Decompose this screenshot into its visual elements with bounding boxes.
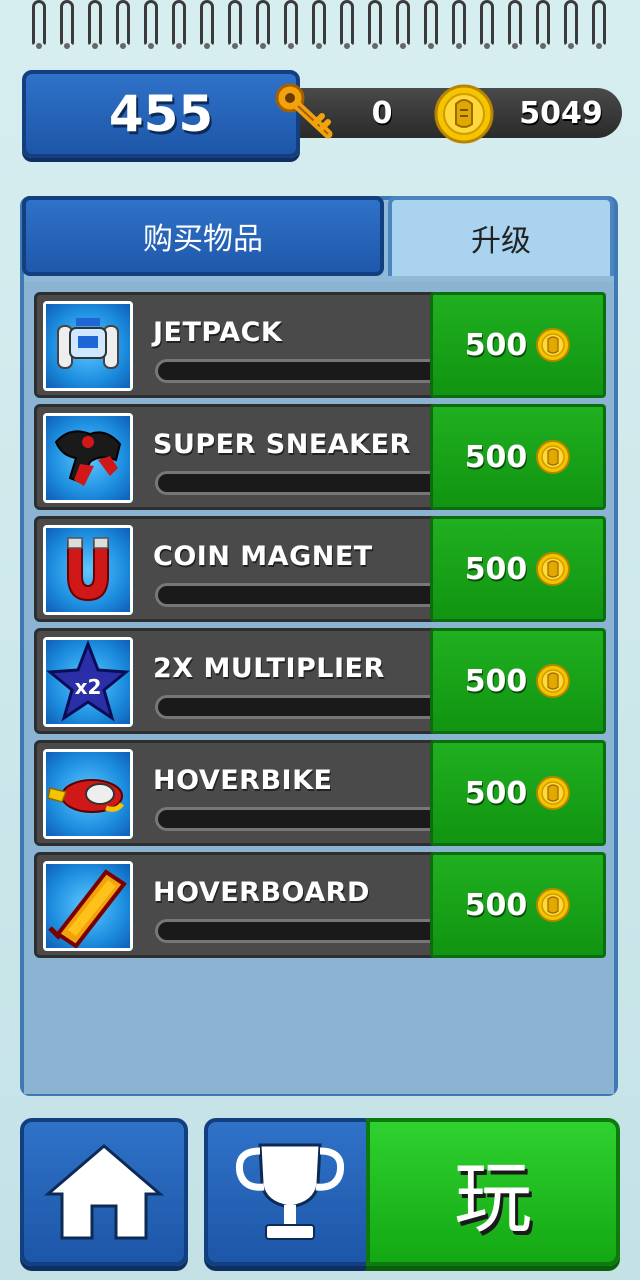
upgrade-row-hoverboard: HOVERBOARD 500 [34, 852, 606, 958]
spiral-ring [536, 0, 550, 49]
item-icon-bg [46, 528, 130, 612]
hoverbike-icon [47, 779, 124, 813]
spiral-ring [60, 0, 74, 49]
spiral-ring [452, 0, 466, 49]
coin-count: 5049 [519, 96, 603, 131]
upgrade-row-coin-magnet: COIN MAGNET 500 [34, 516, 606, 622]
spiral-ring [564, 0, 578, 49]
upgrade-price: 500 [464, 775, 528, 811]
coin-icon [536, 440, 571, 474]
jetpack-icon [57, 318, 119, 369]
trophy-icon [235, 1143, 345, 1240]
upgrade-name: COIN MAGNET [153, 541, 373, 572]
item-icon-bg [46, 416, 130, 500]
coin-icon [536, 552, 571, 586]
sneaker-icon [54, 430, 122, 486]
spiral-ring [592, 0, 606, 49]
upgrade-progress-bar [155, 807, 435, 831]
item-icon-frame [43, 749, 133, 839]
item-icon-bg [46, 304, 130, 388]
tab-buy-items[interactable]: 购买物品 [22, 196, 384, 276]
coin-icon [536, 776, 571, 810]
buy-upgrade-button[interactable]: 500 [430, 852, 606, 958]
buy-upgrade-button[interactable]: 500 [430, 628, 606, 734]
play-button[interactable]: 玩 [366, 1118, 620, 1266]
upgrade-row-2x-multiplier: x2 2X MULTIPLIER 500 [34, 628, 606, 734]
spiral-ring [312, 0, 326, 49]
coin-icon [536, 888, 571, 922]
spiral-ring [200, 0, 214, 49]
spiral-ring [368, 0, 382, 49]
upgrade-name: JETPACK [153, 317, 283, 348]
spiral-ring [508, 0, 522, 49]
spiral-ring [424, 0, 438, 49]
spiral-ring [116, 0, 130, 49]
score-panel: 455 [22, 70, 300, 158]
upgrade-progress-bar [155, 695, 435, 719]
home-icon [43, 1144, 165, 1240]
upgrade-progress-bar [155, 359, 435, 383]
key-count: 0 [371, 96, 393, 131]
spiral-binding [0, 0, 640, 52]
upgrade-price: 500 [464, 439, 528, 475]
item-icon-frame: x2 [43, 637, 133, 727]
buy-upgrade-button[interactable]: 500 [430, 516, 606, 622]
upgrade-price: 500 [464, 887, 528, 923]
upgrade-name: SUPER SNEAKER [153, 429, 411, 460]
hoverboard-icon [48, 869, 127, 948]
upgrade-row-hoverbike: HOVERBIKE 500 [34, 740, 606, 846]
play-button-label: 玩 [453, 1154, 532, 1244]
upgrade-progress-bar [155, 471, 435, 495]
item-icon-bg: x2 [46, 640, 130, 724]
upgrade-name: HOVERBIKE [153, 765, 333, 796]
multiplier-icon-text: x2 [75, 675, 102, 699]
leaderboard-button[interactable] [204, 1118, 376, 1266]
upgrade-price: 500 [464, 327, 528, 363]
spiral-ring [32, 0, 46, 49]
upgrade-name: HOVERBOARD [153, 877, 370, 908]
buy-upgrade-button[interactable]: 500 [430, 740, 606, 846]
tab-upgrade-label: 升级 [471, 224, 531, 259]
star-multiplier-icon: x2 [46, 640, 130, 722]
item-icon-frame [43, 861, 133, 951]
spiral-ring [284, 0, 298, 49]
tab-upgrade[interactable]: 升级 [388, 196, 614, 276]
item-icon-frame [43, 301, 133, 391]
spiral-ring [340, 0, 354, 49]
spiral-ring [172, 0, 186, 49]
upgrade-row-super-sneaker: SUPER SNEAKER 500 [34, 404, 606, 510]
key-icon [275, 83, 333, 139]
spiral-ring [144, 0, 158, 49]
coin-icon [536, 664, 571, 698]
spiral-ring [396, 0, 410, 49]
upgrade-row-jetpack: JETPACK 500 [34, 292, 606, 398]
upgrade-progress-bar [155, 919, 435, 943]
item-icon-frame [43, 413, 133, 503]
upgrade-price: 500 [464, 551, 528, 587]
spiral-ring [88, 0, 102, 49]
upgrade-price: 500 [464, 663, 528, 699]
home-button[interactable] [20, 1118, 188, 1266]
magnet-icon [67, 537, 109, 602]
buy-upgrade-button[interactable]: 500 [430, 404, 606, 510]
coin-icon [536, 328, 571, 362]
buy-upgrade-button[interactable]: 500 [430, 292, 606, 398]
upgrade-name: 2X MULTIPLIER [153, 653, 385, 684]
score-value: 455 [108, 85, 214, 143]
spiral-ring [228, 0, 242, 49]
spiral-ring [480, 0, 494, 49]
item-icon-bg [46, 864, 130, 948]
tab-buy-items-label: 购买物品 [143, 222, 263, 257]
item-icon-frame [43, 525, 133, 615]
upgrade-progress-bar [155, 583, 435, 607]
spiral-ring [256, 0, 270, 49]
item-icon-bg [46, 752, 130, 836]
coin-icon [434, 84, 494, 144]
